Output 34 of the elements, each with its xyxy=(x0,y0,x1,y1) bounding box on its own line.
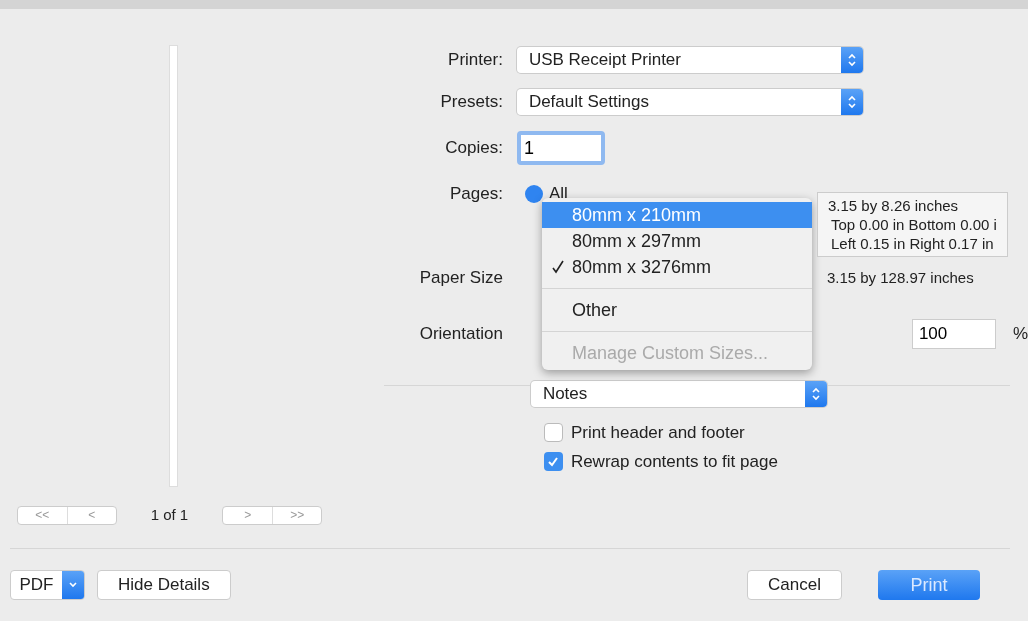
stepper-icon[interactable] xyxy=(840,89,863,115)
stepper-icon[interactable] xyxy=(840,47,863,73)
menu-item[interactable]: 80mm x 3276mm xyxy=(542,254,812,280)
stepper-icon[interactable] xyxy=(804,381,827,407)
field-label: Copies: xyxy=(444,137,504,160)
menu-item: Manage Custom Sizes... xyxy=(571,341,770,365)
radio-button[interactable] xyxy=(524,185,543,203)
dropdown-icon xyxy=(62,571,84,599)
checkbox-label: Rewrap contents to fit page xyxy=(570,450,778,473)
cancel-button[interactable]: Cancel xyxy=(747,570,842,600)
checkbox[interactable] xyxy=(543,452,563,471)
field-label: Pages: xyxy=(448,183,504,206)
field-label: Orientation xyxy=(418,323,504,346)
tooltip-line: Left 0.15 in Right 0.17 in xyxy=(830,234,995,253)
copies-field[interactable]: 1 xyxy=(516,131,605,165)
percent-label: % xyxy=(1012,323,1028,346)
menu-item[interactable]: 80mm x 297mm xyxy=(542,228,812,254)
menu-item[interactable]: Other xyxy=(542,297,812,323)
scale-field[interactable]: 100 xyxy=(911,319,996,349)
checkmark-icon xyxy=(547,455,560,468)
pdf-menu-button[interactable]: PDF xyxy=(10,570,85,600)
checkbox[interactable] xyxy=(543,423,563,442)
field-label: Presets: xyxy=(439,91,504,114)
hide-details-button[interactable]: Hide Details xyxy=(97,570,231,600)
tooltip-line: 3.15 by 8.26 inches xyxy=(828,196,960,215)
field-label: Paper Size xyxy=(418,267,504,290)
page-indicator: 1 of 1 xyxy=(150,505,189,525)
tooltip-line: Top 0.00 in Bottom 0.00 i xyxy=(830,215,997,234)
paper-size-info: 3.15 by 128.97 inches xyxy=(826,267,974,288)
printer-select[interactable]: USB Receipt Printer xyxy=(516,47,863,73)
section-select[interactable]: Notes xyxy=(530,381,827,407)
field-label: Printer: xyxy=(447,49,504,72)
checkbox-label: Print header and footer xyxy=(570,421,745,444)
presets-select[interactable]: Default Settings xyxy=(516,89,863,115)
